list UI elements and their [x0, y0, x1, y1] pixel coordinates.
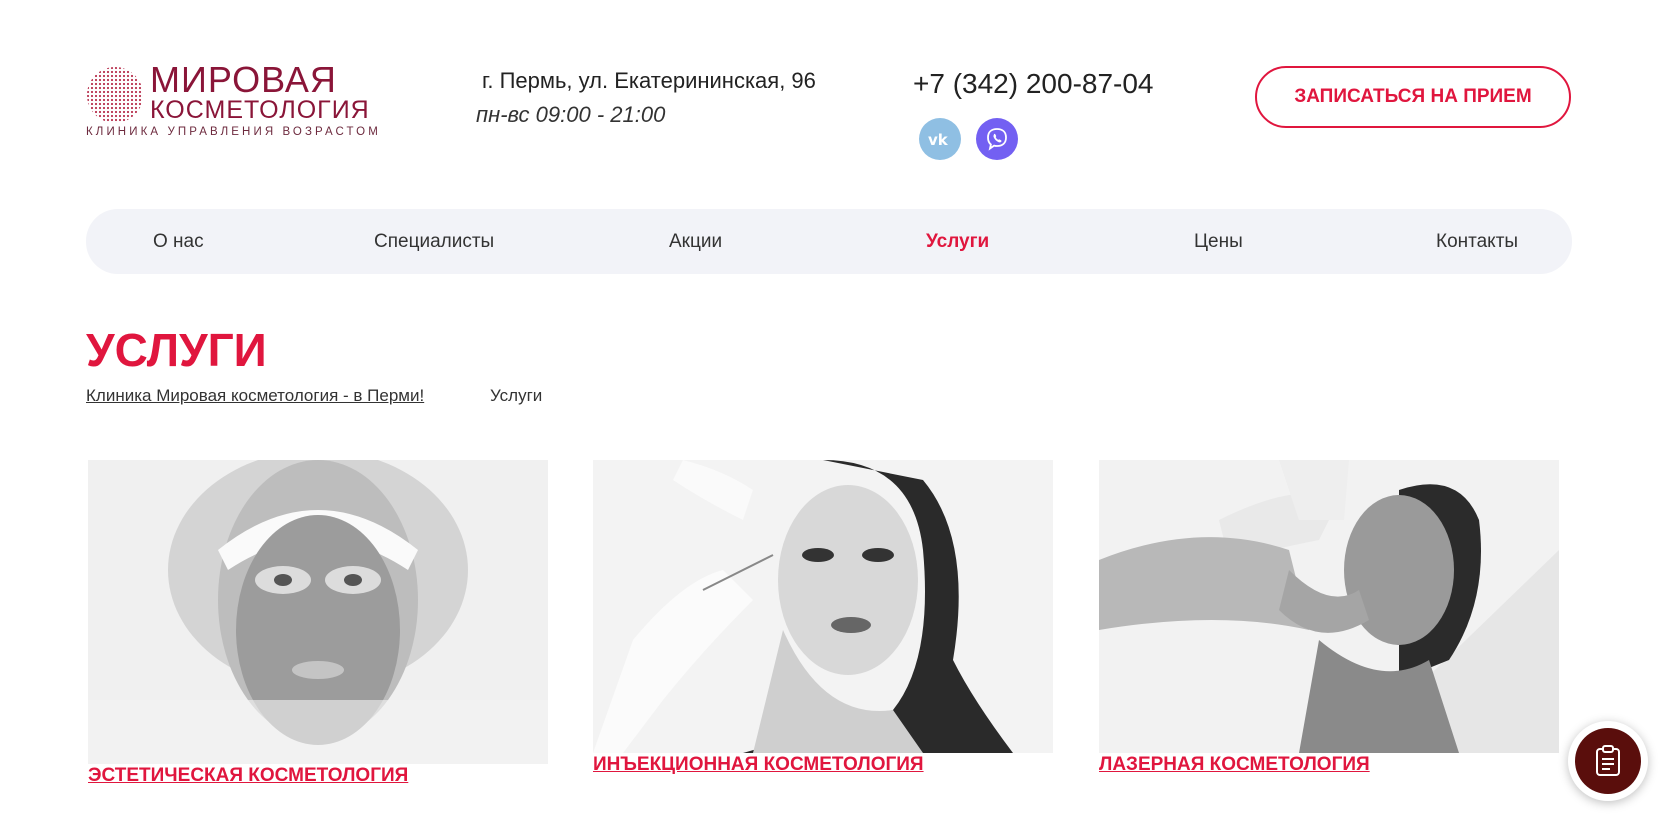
nav-item-specialists[interactable]: Специалисты	[374, 209, 494, 274]
request-form-button[interactable]	[1568, 721, 1648, 801]
working-hours: пн-вс 09:00 - 21:00	[476, 102, 666, 127]
breadcrumb-home-link[interactable]: Клиника Мировая косметология - в Перми!	[86, 386, 424, 406]
vk-icon[interactable]: vk	[919, 118, 961, 160]
address: г. Пермь, ул. Екатерининская, 96	[482, 68, 816, 93]
nav-item-prices[interactable]: Цены	[1194, 209, 1243, 274]
nav-item-contacts[interactable]: Контакты	[1436, 209, 1518, 274]
logo-tagline: КЛИНИКА УПРАВЛЕНИЯ ВОЗРАСТОМ	[86, 126, 381, 138]
logo-subtitle: КОСМЕТОЛОГИЯ	[150, 96, 370, 124]
main-nav: О нас Специалисты Акции Услуги Цены Конт…	[86, 209, 1572, 274]
svg-text:vk: vk	[928, 131, 949, 147]
laser-photo[interactable]	[1099, 460, 1559, 753]
logo-dots-icon	[87, 67, 143, 123]
viber-icon[interactable]	[976, 118, 1018, 160]
book-appointment-button[interactable]: ЗАПИСАТЬСЯ НА ПРИЕМ	[1255, 66, 1571, 128]
phone-number[interactable]: +7 (342) 200-87-04	[913, 68, 1154, 100]
clinic-logo[interactable]: МИРОВАЯ КОСМЕТОЛОГИЯ КЛИНИКА УПРАВЛЕНИЯ …	[86, 60, 392, 144]
breadcrumb-current: Услуги	[490, 386, 543, 405]
nav-item-promotions[interactable]: Акции	[669, 209, 722, 274]
service-link-aesthetic[interactable]: ЭСТЕТИЧЕСКАЯ КОСМЕТОЛОГИЯ	[88, 765, 408, 787]
nav-item-services[interactable]: Услуги	[926, 209, 989, 274]
clipboard-icon	[1575, 728, 1641, 794]
nav-item-about[interactable]: О нас	[153, 209, 204, 274]
page-title: УСЛУГИ	[86, 324, 267, 376]
face-mask-photo[interactable]	[88, 460, 548, 764]
injection-photo[interactable]	[593, 460, 1053, 753]
logo-title: МИРОВАЯ	[150, 59, 337, 100]
service-link-injection[interactable]: ИНЪЕКЦИОННАЯ КОСМЕТОЛОГИЯ	[593, 754, 924, 776]
service-link-laser[interactable]: ЛАЗЕРНАЯ КОСМЕТОЛОГИЯ	[1099, 754, 1370, 776]
